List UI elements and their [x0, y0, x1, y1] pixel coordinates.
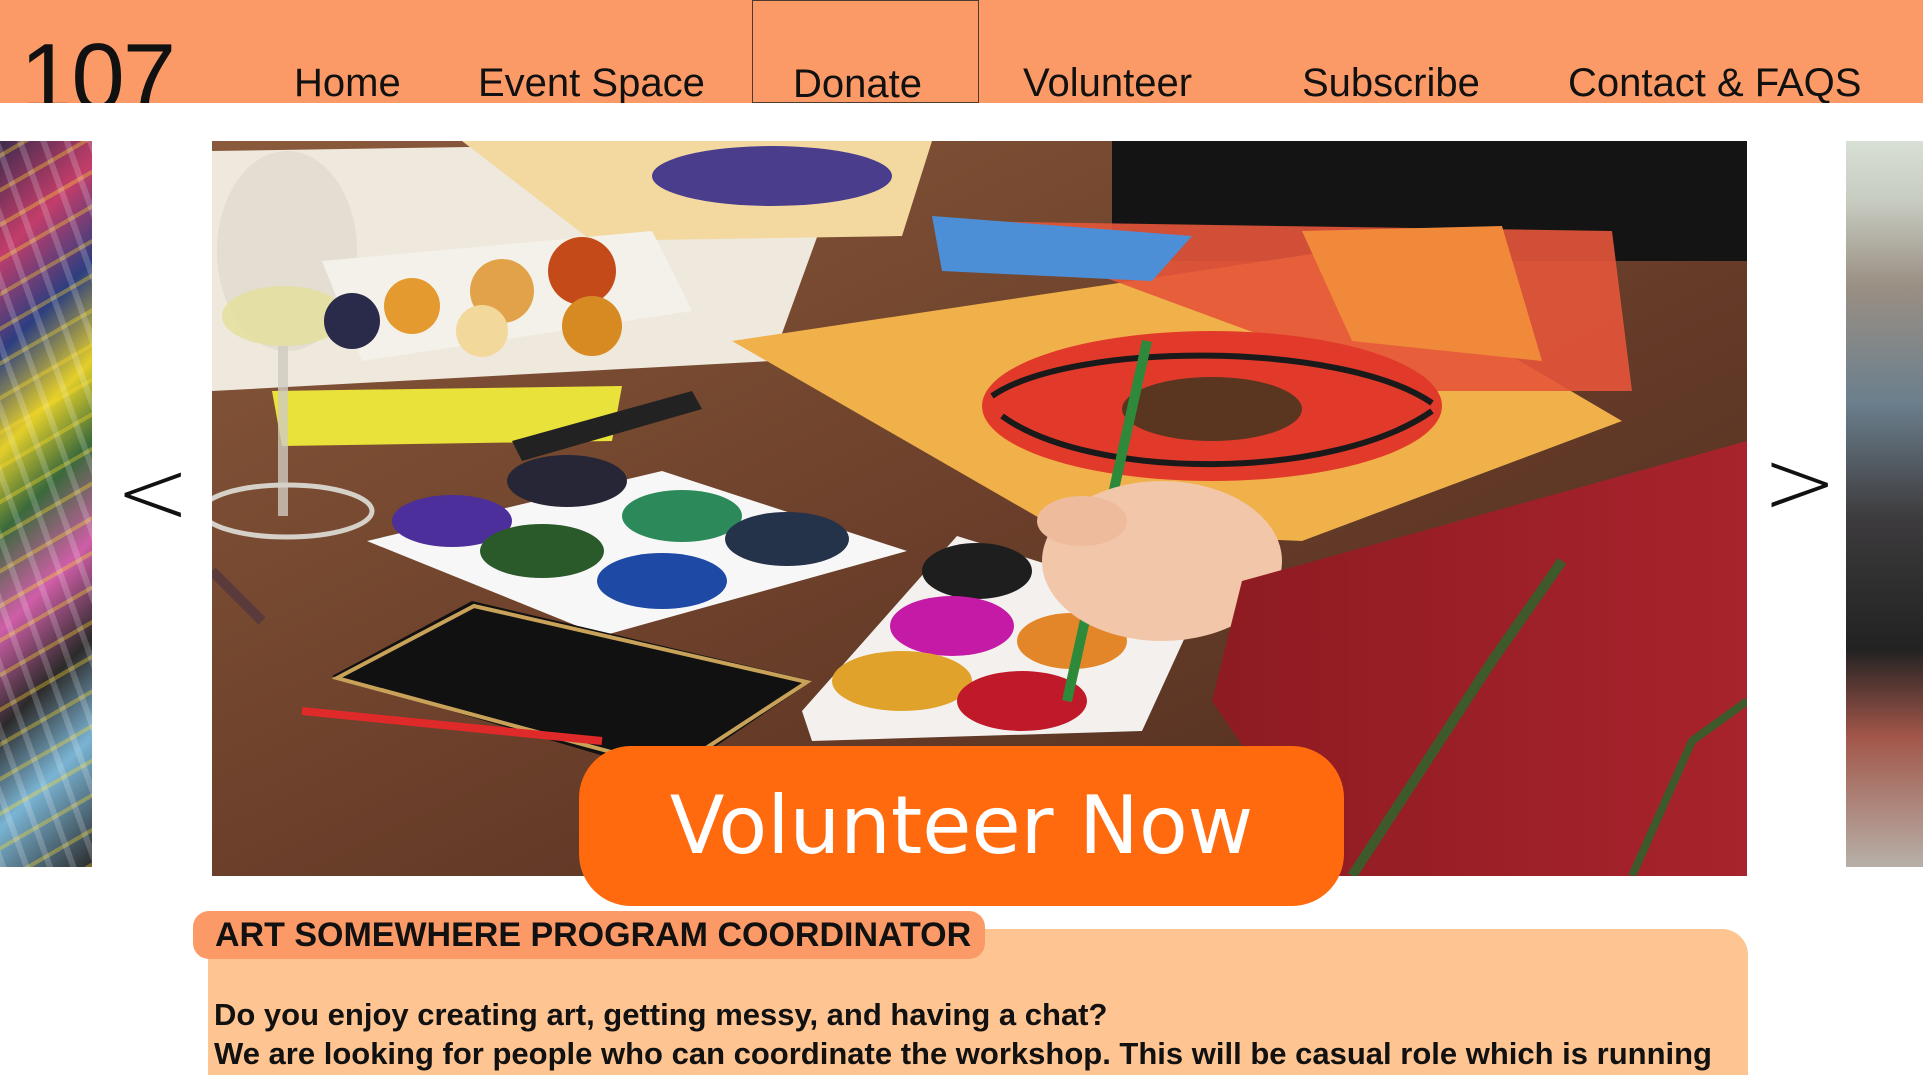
- role-description-line: We are looking for people who can coordi…: [214, 1036, 1712, 1071]
- nav-donate-label: Donate: [793, 62, 922, 103]
- site-logo[interactable]: 107: [20, 30, 176, 104]
- next-slide-preview[interactable]: [1846, 141, 1923, 867]
- site-header: 107 Home Event Space Donate Volunteer Su…: [0, 0, 1923, 103]
- nav-donate[interactable]: Donate: [752, 0, 979, 103]
- nav-event-space[interactable]: Event Space: [478, 63, 705, 103]
- volunteer-now-button[interactable]: Volunteer Now: [579, 746, 1344, 906]
- nav-home[interactable]: Home: [294, 63, 401, 103]
- carousel-prev-arrow-icon[interactable]: <: [115, 448, 190, 538]
- nav-subscribe[interactable]: Subscribe: [1302, 63, 1480, 103]
- nav-volunteer[interactable]: Volunteer: [1023, 63, 1192, 103]
- role-description: Do you enjoy creating art, getting messy…: [214, 995, 1744, 1073]
- role-title: ART SOMEWHERE PROGRAM COORDINATOR: [193, 911, 986, 959]
- nav-contact-faqs[interactable]: Contact & FAQS: [1568, 63, 1861, 103]
- role-description-line: Do you enjoy creating art, getting messy…: [214, 997, 1108, 1032]
- previous-slide-preview[interactable]: [0, 141, 92, 867]
- carousel-next-arrow-icon[interactable]: >: [1762, 438, 1837, 528]
